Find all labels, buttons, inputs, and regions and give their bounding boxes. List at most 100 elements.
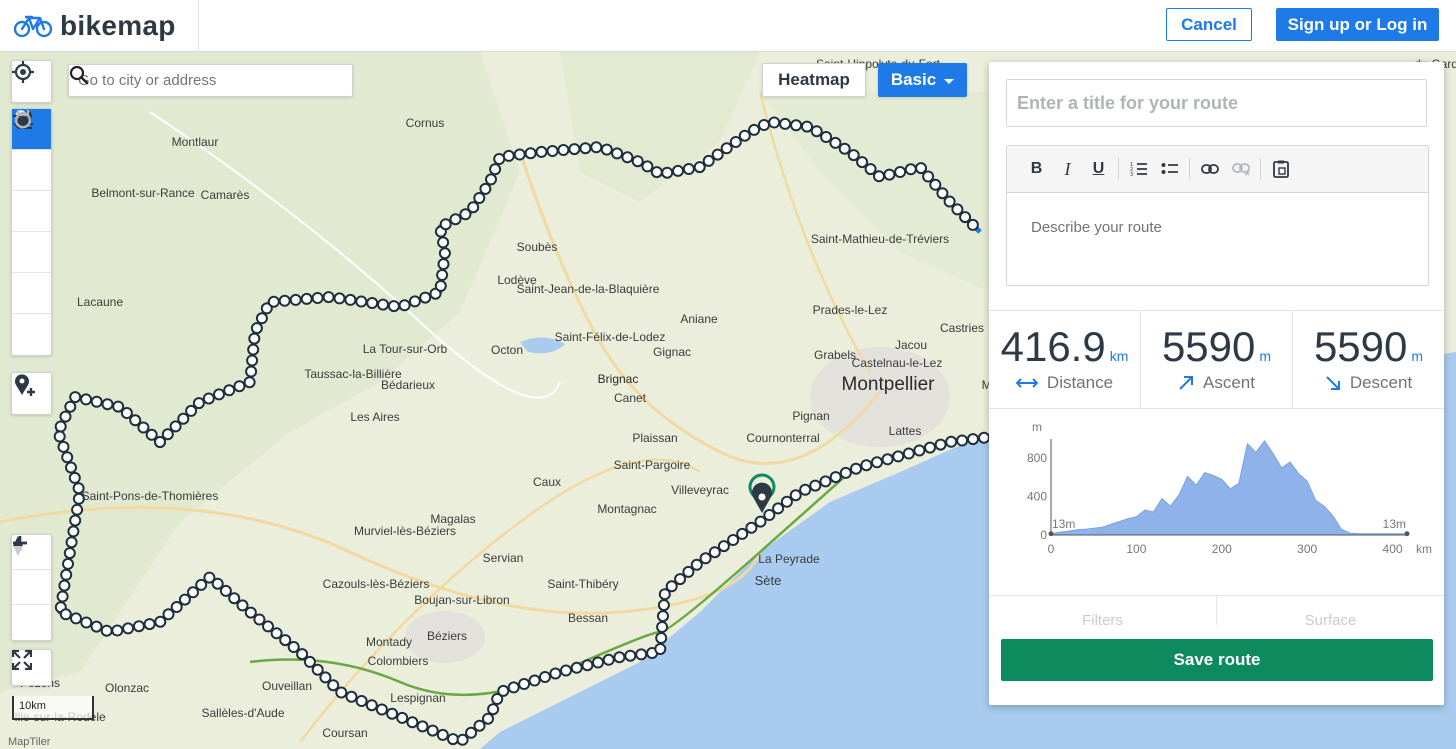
route-waypoint[interactable]: [243, 376, 256, 389]
route-waypoint[interactable]: [674, 573, 687, 586]
route-waypoint[interactable]: [303, 655, 316, 668]
route-waypoint[interactable]: [546, 145, 559, 157]
tab-filters[interactable]: Filters: [989, 596, 1217, 625]
route-waypoint[interactable]: [656, 621, 669, 633]
signup-login-button[interactable]: Sign up or Log in: [1276, 8, 1439, 41]
route-waypoint[interactable]: [708, 546, 721, 559]
route-waypoint[interactable]: [377, 298, 389, 311]
route-waypoint[interactable]: [672, 164, 684, 177]
route-waypoint[interactable]: [881, 453, 894, 466]
route-waypoint[interactable]: [54, 420, 67, 433]
route-waypoint[interactable]: [247, 343, 260, 356]
route-waypoint[interactable]: [68, 471, 81, 484]
route-waypoint[interactable]: [850, 462, 862, 475]
route-waypoint[interactable]: [789, 489, 802, 502]
route-waypoint[interactable]: [386, 707, 399, 720]
route-waypoint[interactable]: [80, 393, 92, 406]
route-waypoint[interactable]: [768, 116, 781, 129]
route-waypoint[interactable]: [67, 525, 80, 538]
route-waypoint[interactable]: [416, 720, 429, 733]
route-waypoint[interactable]: [560, 664, 572, 677]
route-waypoint[interactable]: [366, 297, 379, 309]
route-waypoint[interactable]: [71, 503, 84, 516]
route-waypoint[interactable]: [524, 147, 537, 160]
route-waypoint[interactable]: [590, 141, 603, 154]
route-waypoint[interactable]: [154, 615, 167, 628]
route-waypoint[interactable]: [322, 291, 335, 304]
route-waypoint[interactable]: [111, 624, 124, 637]
route-waypoint[interactable]: [177, 412, 190, 425]
route-waypoint[interactable]: [112, 400, 125, 413]
route-waypoint[interactable]: [966, 218, 979, 231]
route-waypoint[interactable]: [162, 608, 175, 621]
route-waypoint[interactable]: [60, 568, 73, 581]
route-waypoint[interactable]: [727, 534, 740, 546]
route-waypoint[interactable]: [902, 447, 915, 460]
route-waypoint[interactable]: [655, 632, 668, 644]
underline-button[interactable]: U: [1083, 154, 1114, 184]
heatmap-toggle[interactable]: Heatmap: [762, 63, 866, 97]
route-waypoint[interactable]: [549, 667, 562, 680]
route-waypoint[interactable]: [467, 201, 480, 214]
route-waypoint[interactable]: [661, 166, 674, 179]
route-waypoint[interactable]: [154, 436, 166, 448]
route-waypoint[interactable]: [70, 612, 82, 625]
route-waypoint[interactable]: [129, 414, 142, 427]
route-waypoint[interactable]: [437, 258, 450, 271]
zoom-out-button[interactable]: [12, 541, 51, 605]
route-waypoint[interactable]: [682, 163, 695, 175]
route-waypoint[interactable]: [702, 154, 715, 167]
route-waypoint[interactable]: [262, 620, 274, 633]
route-waypoint[interactable]: [779, 117, 792, 130]
route-waypoint[interactable]: [487, 703, 500, 716]
route-waypoint[interactable]: [934, 438, 947, 451]
route-waypoint[interactable]: [396, 711, 409, 724]
route-waypoint[interactable]: [699, 552, 712, 565]
redo-button[interactable]: [12, 109, 51, 355]
route-waypoint[interactable]: [624, 649, 637, 662]
route-waypoint[interactable]: [690, 558, 703, 571]
route-waypoint[interactable]: [246, 354, 259, 367]
route-waypoint[interactable]: [581, 659, 594, 672]
elevation-profile-chart[interactable]: 0 400 800 m 0 100 200 300 400 km 13m 13m: [989, 417, 1444, 587]
route-waypoint[interactable]: [408, 295, 421, 308]
route-waypoint[interactable]: [557, 144, 570, 156]
route-waypoint[interactable]: [936, 187, 949, 200]
route-waypoint[interactable]: [335, 686, 348, 699]
route-waypoint[interactable]: [245, 365, 258, 378]
route-waypoint[interactable]: [437, 236, 450, 249]
route-waypoint[interactable]: [528, 674, 541, 687]
route-waypoint[interactable]: [864, 163, 877, 176]
route-waypoint[interactable]: [871, 456, 883, 469]
route-waypoint[interactable]: [64, 400, 77, 413]
paste-button[interactable]: [1265, 154, 1296, 184]
route-waypoint[interactable]: [319, 671, 332, 684]
route-waypoint[interactable]: [924, 441, 936, 454]
route-waypoint[interactable]: [439, 218, 452, 231]
route-waypoint[interactable]: [65, 536, 78, 549]
route-waypoint[interactable]: [398, 299, 411, 312]
route-waypoint[interactable]: [956, 434, 969, 447]
route-waypoint[interactable]: [90, 620, 103, 633]
link-button[interactable]: [1194, 154, 1225, 184]
route-waypoint[interactable]: [568, 143, 581, 156]
route-waypoint[interactable]: [145, 428, 158, 441]
route-waypoint[interactable]: [839, 466, 852, 479]
route-waypoint[interactable]: [978, 431, 990, 444]
eraser-button[interactable]: [12, 115, 51, 191]
logo[interactable]: bikemap: [0, 0, 199, 52]
route-waypoint[interactable]: [856, 156, 869, 169]
route-waypoint[interactable]: [101, 398, 114, 411]
reverse-route-button[interactable]: [12, 110, 51, 273]
route-waypoint[interactable]: [763, 509, 776, 521]
route-waypoint[interactable]: [904, 163, 917, 176]
route-waypoint[interactable]: [62, 557, 74, 570]
route-waypoint[interactable]: [406, 716, 419, 729]
route-waypoint[interactable]: [479, 182, 492, 195]
route-waypoint[interactable]: [682, 565, 695, 578]
route-waypoint[interactable]: [758, 119, 770, 131]
route-waypoint[interactable]: [780, 495, 793, 508]
route-waypoint[interactable]: [296, 648, 309, 661]
save-route-button[interactable]: Save route: [1001, 639, 1433, 681]
route-waypoint[interactable]: [485, 173, 497, 186]
